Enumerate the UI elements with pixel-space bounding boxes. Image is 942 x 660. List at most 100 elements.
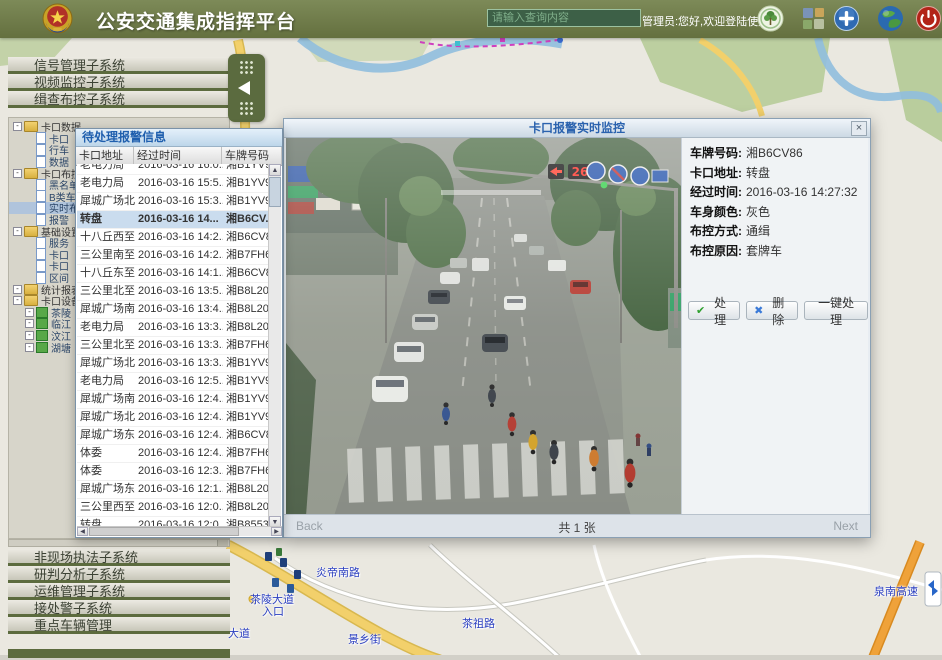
alarm-row[interactable]: 转盘 2016-03-16 14... 湘B6CV...: [77, 211, 270, 229]
app: 炎帝南路茶陵大道入口大道景乡街茶祖路泉南高速 公安交通集成指挥平台 管理员:您好…: [0, 0, 942, 660]
alarm-row[interactable]: 三公里西至东 2016-03-16 12:0... 湘B8L203: [77, 499, 270, 517]
alarm-row[interactable]: 犀城广场东... 2016-03-16 12:4... 湘B6CV86: [77, 427, 270, 445]
tree-node-icon: [24, 284, 38, 295]
alarm-row[interactable]: 犀城广场东... 2016-03-16 12:1... 湘B8L203: [77, 481, 270, 499]
process-button[interactable]: ✔处理: [688, 301, 740, 320]
police-emblem-logo: [42, 3, 73, 34]
search-input[interactable]: [487, 9, 641, 27]
detail-value: 转盘: [746, 166, 770, 180]
alarm-row[interactable]: 老电力局 2016-03-16 13:3... 湘B8L203: [77, 319, 270, 337]
tree-node-icon: [24, 226, 38, 237]
tree-node-icon: [36, 179, 46, 191]
tree-node-icon: [36, 260, 46, 272]
detail-label: 经过时间:: [690, 185, 742, 199]
scrollbar-thumb[interactable]: [89, 527, 239, 536]
column-header[interactable]: 经过时间: [134, 147, 222, 165]
tree-node-icon: [24, 295, 38, 306]
sidebar-item[interactable]: 重点车辆管理: [8, 617, 230, 634]
sidebar-item[interactable]: 非现场执法子系统: [8, 549, 230, 566]
column-header[interactable]: 卡口地址: [76, 147, 134, 165]
tree-node-icon: [36, 342, 48, 353]
alarm-row[interactable]: 犀城广场南... 2016-03-16 12:4... 湘B1YV96: [77, 391, 270, 409]
app-header: 公安交通集成指挥平台 管理员:您好,欢迎登陆使用: [0, 0, 942, 38]
alarm-row[interactable]: 十八丘东至西 2016-03-16 14:1... 湘B6CV86: [77, 265, 270, 283]
photo-pager: Back 共 1 张 Next: [284, 514, 870, 537]
power-icon[interactable]: [915, 5, 942, 32]
alarm-row[interactable]: 三公里南至北 2016-03-16 14:2... 湘B7FH62: [77, 247, 270, 265]
detail-label: 车牌号码:: [690, 146, 742, 160]
process-all-button[interactable]: 一键处理: [804, 301, 868, 320]
alarm-row[interactable]: 体委 2016-03-16 12:3... 湘B7FH62: [77, 463, 270, 481]
earth-icon[interactable]: [877, 5, 904, 32]
tree-expander-icon[interactable]: [13, 285, 22, 294]
sidebar-item[interactable]: 缉查布控子系统: [8, 91, 230, 108]
detail-value: 湘B6CV86: [746, 146, 803, 160]
alarm-row[interactable]: 体委 2016-03-16 12:4... 湘B7FH62: [77, 445, 270, 463]
panel-title: 待处理报警信息: [76, 129, 282, 147]
sidebar-top-menu: 信号管理子系统视频监控子系统缉查布控子系统: [8, 57, 230, 108]
tree-node-icon: [36, 144, 46, 156]
pending-alarms-panel: 待处理报警信息 卡口地址 经过时间 车牌号码 老电力局 2016-03-16 1…: [75, 128, 283, 538]
collapse-arrow-icon: [238, 81, 250, 95]
app-title: 公安交通集成指挥平台: [96, 7, 296, 34]
horizontal-scrollbar[interactable]: ◀ ▶: [77, 526, 282, 536]
alarm-row[interactable]: 十八丘西至东 2016-03-16 14:2... 湘B6CV86: [77, 229, 270, 247]
sidebar-item[interactable]: 视频监控子系统: [8, 74, 230, 91]
tree-node-icon: [36, 190, 46, 202]
detail-row: 布控方式:通缉: [690, 222, 868, 242]
alarm-row[interactable]: 犀城广场北... 2016-03-16 13:3... 湘B1YV96: [77, 355, 270, 373]
tree-expander-icon[interactable]: [25, 331, 34, 340]
tree-expander-icon[interactable]: [25, 343, 34, 352]
detail-value: 套牌车: [746, 244, 782, 258]
tree-expander-icon[interactable]: [13, 169, 22, 178]
scroll-right-icon[interactable]: ▶: [271, 527, 282, 536]
tree-node-icon: [36, 318, 48, 329]
column-header[interactable]: 车牌号码: [222, 147, 282, 165]
check-icon: ✔: [696, 304, 705, 317]
detail-value: 通缉: [746, 224, 770, 238]
detail-row: 车身颜色:灰色: [690, 203, 868, 223]
detail-row: 布控原因: 套牌车: [690, 242, 868, 262]
sidebar-item[interactable]: 运维管理子系统: [8, 583, 230, 600]
scroll-left-icon[interactable]: ◀: [77, 527, 88, 536]
tree-node-icon: [36, 307, 48, 318]
alarm-row[interactable]: 老电力局 2016-03-16 15:5... 湘B1YV96: [77, 175, 270, 193]
vertical-scrollbar[interactable]: ▲ ▼: [268, 164, 281, 528]
scrollbar-thumb[interactable]: [269, 177, 281, 207]
alarm-row[interactable]: 老电力局 2016-03-16 16:0... 湘B1YV96: [77, 164, 270, 175]
tree-expander-icon[interactable]: [13, 296, 22, 305]
tree-node-icon: [36, 132, 46, 144]
alarm-row[interactable]: 犀城广场北... 2016-03-16 12:4... 湘B1YV96: [77, 409, 270, 427]
sidebar-collapse-handle[interactable]: [228, 54, 265, 122]
alarm-row[interactable]: 老电力局 2016-03-16 12:5... 湘B1YV96: [77, 373, 270, 391]
alarm-row[interactable]: 三公里北至南 2016-03-16 13:5... 湘B8L203: [77, 283, 270, 301]
grip-dots-icon: [239, 60, 254, 75]
camera-photo: 26: [286, 138, 681, 516]
eco-globe-icon[interactable]: [757, 5, 784, 32]
sidebar-item[interactable]: 研判分析子系统: [8, 566, 230, 583]
close-icon[interactable]: ×: [851, 121, 867, 136]
sidebar-footer-strip: [8, 649, 230, 658]
tree-expander-icon[interactable]: [13, 227, 22, 236]
detail-label: 布控原因:: [690, 244, 742, 258]
tree-node-icon: [24, 168, 38, 179]
admin-greeting: 管理员:您好,欢迎登陆使用: [642, 13, 769, 29]
alarm-row[interactable]: 三公里北至南 2016-03-16 13:3... 湘B7FH62: [77, 337, 270, 355]
remote-tool-icon: [925, 572, 941, 606]
apps-grid-icon[interactable]: [800, 5, 827, 32]
scroll-up-icon[interactable]: ▲: [269, 164, 281, 176]
sidebar-item[interactable]: 信号管理子系统: [8, 57, 230, 74]
detail-value: 灰色: [746, 205, 770, 219]
tree-expander-icon[interactable]: [13, 122, 22, 131]
next-button[interactable]: Next: [833, 519, 858, 533]
tree-expander-icon[interactable]: [25, 319, 34, 328]
action-buttons: ✔处理 ✖删除 一键处理: [688, 301, 868, 320]
add-icon[interactable]: [833, 5, 860, 32]
alarm-row[interactable]: 犀城广场北... 2016-03-16 15:3... 湘B1YV96: [77, 193, 270, 211]
x-icon: ✖: [754, 304, 763, 317]
alarm-row[interactable]: 犀城广场南... 2016-03-16 13:4... 湘B8L203: [77, 301, 270, 319]
delete-button[interactable]: ✖删除: [746, 301, 798, 320]
sidebar-item[interactable]: 接处警子系统: [8, 600, 230, 617]
tree-expander-icon[interactable]: [25, 308, 34, 317]
tree-scrollbar[interactable]: [8, 539, 230, 547]
